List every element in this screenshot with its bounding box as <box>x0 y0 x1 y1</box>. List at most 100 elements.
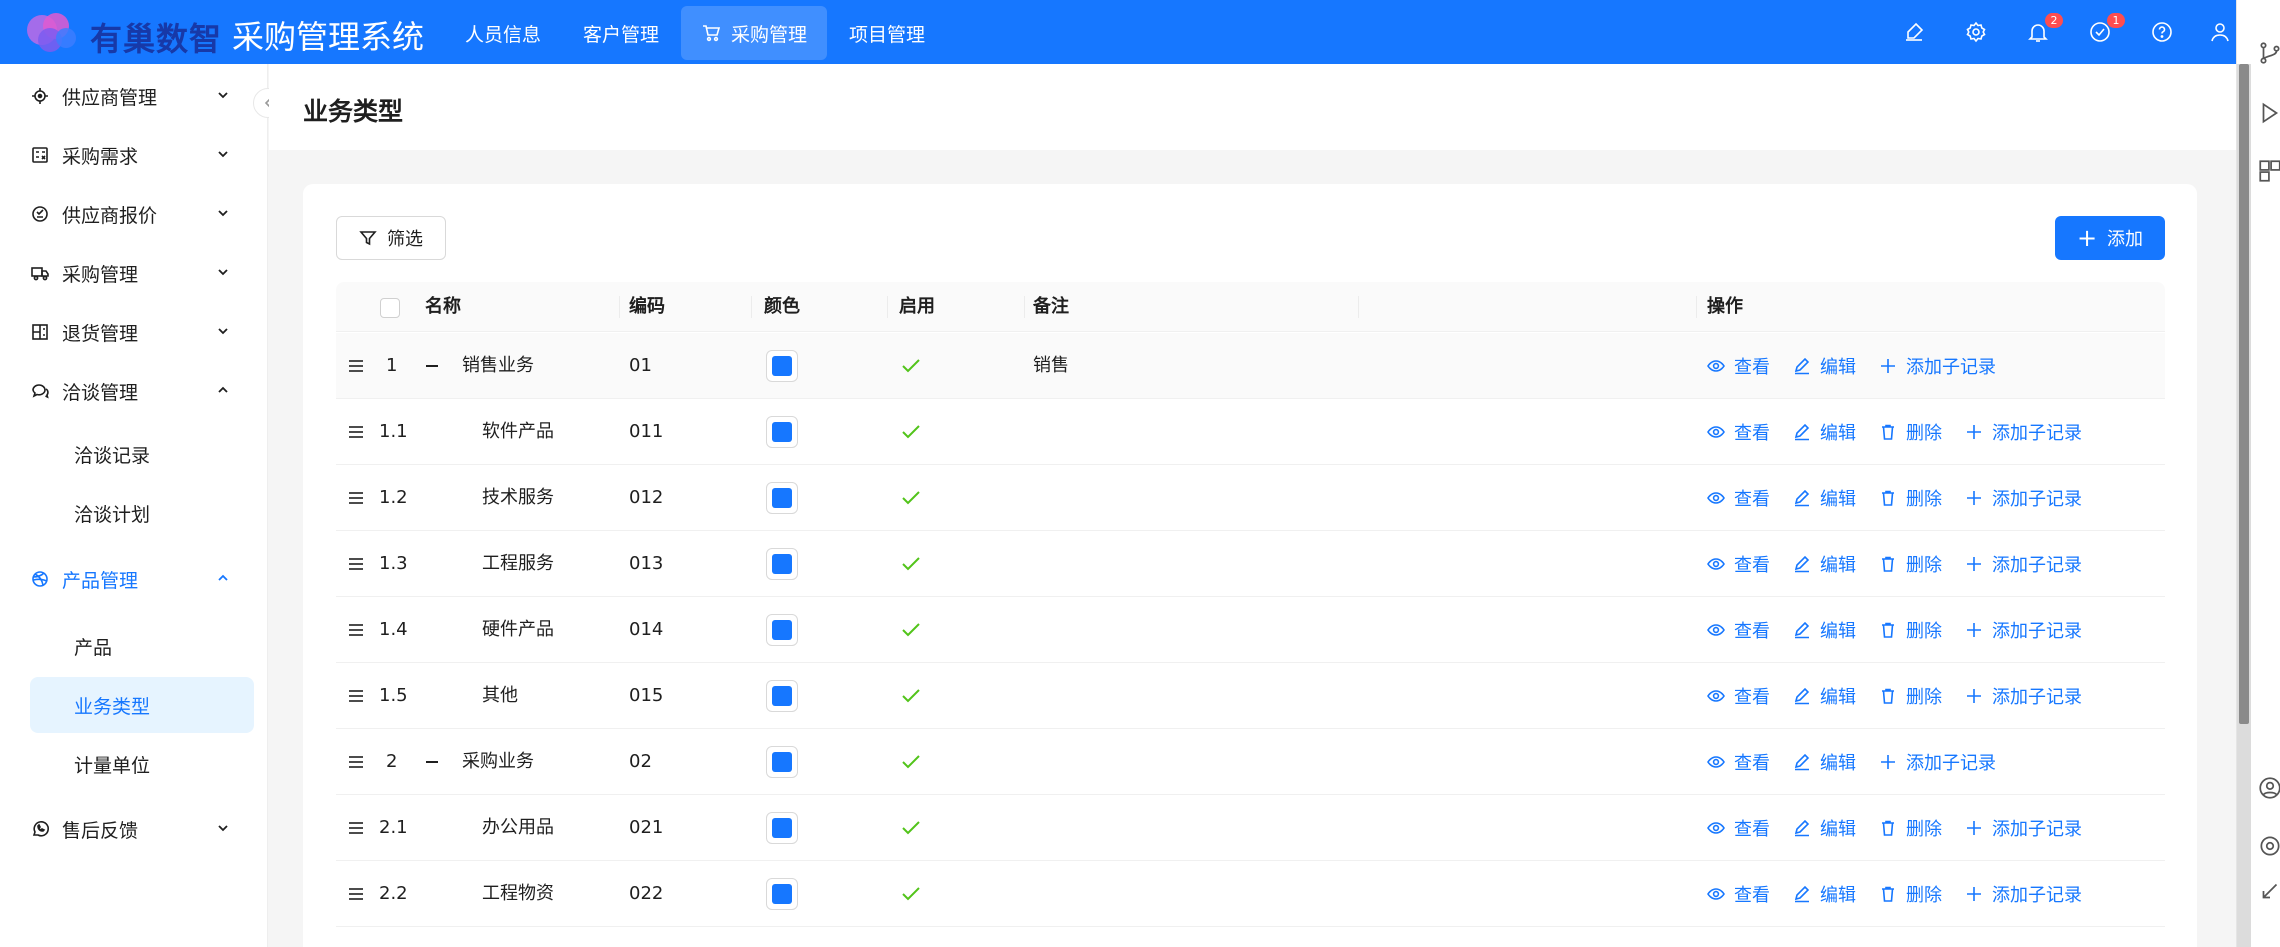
view-action[interactable]: 查看 <box>1707 531 1770 597</box>
drag-handle-icon[interactable] <box>346 620 366 640</box>
collapse-tree-icon[interactable] <box>426 761 438 763</box>
edit-action[interactable]: 编辑 <box>1793 597 1856 663</box>
delete-action[interactable]: 删除 <box>1879 663 1942 729</box>
sidebar-sub-product[interactable]: 产品 <box>30 618 254 674</box>
action-label: 添加子记录 <box>1992 885 2082 906</box>
drag-handle-icon[interactable] <box>346 752 366 772</box>
col-name[interactable]: 名称 <box>425 282 461 332</box>
add-child-action[interactable]: 添加子记录 <box>1965 531 2082 597</box>
collapse-tree-icon[interactable] <box>426 365 438 367</box>
sidebar-sub-label: 产品 <box>74 636 113 659</box>
user-icon[interactable] <box>2208 20 2232 44</box>
edit-action[interactable]: 编辑 <box>1793 663 1856 729</box>
col-color[interactable]: 颜色 <box>764 282 800 332</box>
sidebar-item-procurement[interactable]: 采购管理 <box>30 245 254 301</box>
drag-handle-icon[interactable] <box>346 356 366 376</box>
color-swatch[interactable] <box>766 680 798 712</box>
sidebar-item-supplier[interactable]: 供应商管理 <box>30 68 254 124</box>
view-action[interactable]: 查看 <box>1707 465 1770 531</box>
view-action[interactable]: 查看 <box>1707 795 1770 861</box>
row-name: 其他 <box>482 685 518 706</box>
sidebar-item-quote[interactable]: 供应商报价 <box>30 186 254 242</box>
account-icon[interactable] <box>2257 775 2280 801</box>
add-child-action[interactable]: 添加子记录 <box>1965 663 2082 729</box>
add-child-action[interactable]: 添加子记录 <box>1965 861 2082 927</box>
drag-handle-icon[interactable] <box>346 884 366 904</box>
brush-icon[interactable] <box>1902 20 1926 44</box>
edit-action[interactable]: 编辑 <box>1793 333 1856 399</box>
drag-handle-icon[interactable] <box>346 686 366 706</box>
logo[interactable]: 有巢数智 <box>22 6 222 58</box>
color-swatch[interactable] <box>766 416 798 448</box>
col-enabled[interactable]: 启用 <box>899 282 935 332</box>
plus-icon <box>1967 491 1981 505</box>
sidebar-sub-business-type[interactable]: 业务类型 <box>30 677 254 733</box>
run-icon[interactable] <box>2257 100 2280 126</box>
color-swatch[interactable] <box>766 614 798 646</box>
color-swatch[interactable] <box>766 812 798 844</box>
filter-button[interactable]: 筛选 <box>336 216 446 260</box>
col-remark[interactable]: 备注 <box>1033 282 1069 332</box>
sidebar-sub-units[interactable]: 计量单位 <box>30 736 254 792</box>
collapse-panel-icon[interactable] <box>2257 878 2280 904</box>
sidebar-item-aftersales[interactable]: 售后反馈 <box>30 801 254 857</box>
select-all-checkbox[interactable] <box>380 298 400 318</box>
delete-action[interactable]: 删除 <box>1879 399 1942 465</box>
delete-action[interactable]: 删除 <box>1879 465 1942 531</box>
sidebar-item-demand[interactable]: 采购需求 <box>30 127 254 183</box>
table-header: 名称 编码 颜色 启用 备注 操作 <box>336 282 2165 332</box>
edit-action[interactable]: 编辑 <box>1793 795 1856 861</box>
scrollbar[interactable] <box>2237 64 2251 947</box>
sidebar-sub-negotiation-records[interactable]: 洽谈记录 <box>30 426 254 482</box>
sidebar-item-returns[interactable]: 退货管理 <box>30 304 254 360</box>
delete-action[interactable]: 删除 <box>1879 531 1942 597</box>
color-swatch[interactable] <box>766 350 798 382</box>
add-button[interactable]: + 添加 <box>2055 216 2165 260</box>
add-child-action[interactable]: 添加子记录 <box>1965 465 2082 531</box>
add-child-action[interactable]: 添加子记录 <box>1965 399 2082 465</box>
branch-icon[interactable] <box>2257 40 2280 66</box>
view-action[interactable]: 查看 <box>1707 663 1770 729</box>
add-child-action[interactable]: 添加子记录 <box>1965 597 2082 663</box>
sidebar-item-products[interactable]: 产品管理 <box>30 551 254 607</box>
delete-action[interactable]: 删除 <box>1879 597 1942 663</box>
view-action[interactable]: 查看 <box>1707 399 1770 465</box>
edit-action[interactable]: 编辑 <box>1793 861 1856 927</box>
scrollbar-thumb[interactable] <box>2239 64 2249 724</box>
delete-action[interactable]: 删除 <box>1879 795 1942 861</box>
color-swatch[interactable] <box>766 878 798 910</box>
table-row: 2.2 工程物资 022 查看 编辑 删除 添加子记录 <box>336 861 2165 927</box>
edit-action[interactable]: 编辑 <box>1793 399 1856 465</box>
view-action[interactable]: 查看 <box>1707 597 1770 663</box>
sidebar-item-negotiation[interactable]: 洽谈管理 <box>30 363 254 419</box>
gear-icon[interactable] <box>2257 833 2280 859</box>
drag-handle-icon[interactable] <box>346 422 366 442</box>
view-action[interactable]: 查看 <box>1707 333 1770 399</box>
view-action[interactable]: 查看 <box>1707 861 1770 927</box>
nav-projects[interactable]: 项目管理 <box>829 6 945 60</box>
add-child-action[interactable]: 添加子记录 <box>1879 729 1996 795</box>
edit-action[interactable]: 编辑 <box>1793 531 1856 597</box>
nav-customers[interactable]: 客户管理 <box>563 6 679 60</box>
drag-handle-icon[interactable] <box>346 818 366 838</box>
view-action[interactable]: 查看 <box>1707 729 1770 795</box>
col-code[interactable]: 编码 <box>629 282 665 332</box>
delete-action[interactable]: 删除 <box>1879 861 1942 927</box>
drag-handle-icon[interactable] <box>346 554 366 574</box>
color-swatch[interactable] <box>766 548 798 580</box>
color-swatch[interactable] <box>766 746 798 778</box>
column-divider <box>619 296 620 318</box>
nav-personnel[interactable]: 人员信息 <box>445 6 561 60</box>
help-icon[interactable] <box>2150 20 2174 44</box>
edit-action[interactable]: 编辑 <box>1793 465 1856 531</box>
nav-procurement[interactable]: 采购管理 <box>681 6 828 60</box>
extensions-icon[interactable] <box>2257 158 2280 184</box>
edit-action[interactable]: 编辑 <box>1793 729 1856 795</box>
add-child-action[interactable]: 添加子记录 <box>1965 795 2082 861</box>
add-child-action[interactable]: 添加子记录 <box>1879 333 1996 399</box>
color-swatch[interactable] <box>766 482 798 514</box>
settings-icon[interactable] <box>1964 20 1988 44</box>
edit-icon <box>1794 885 1810 903</box>
drag-handle-icon[interactable] <box>346 488 366 508</box>
sidebar-sub-negotiation-plan[interactable]: 洽谈计划 <box>30 485 254 541</box>
